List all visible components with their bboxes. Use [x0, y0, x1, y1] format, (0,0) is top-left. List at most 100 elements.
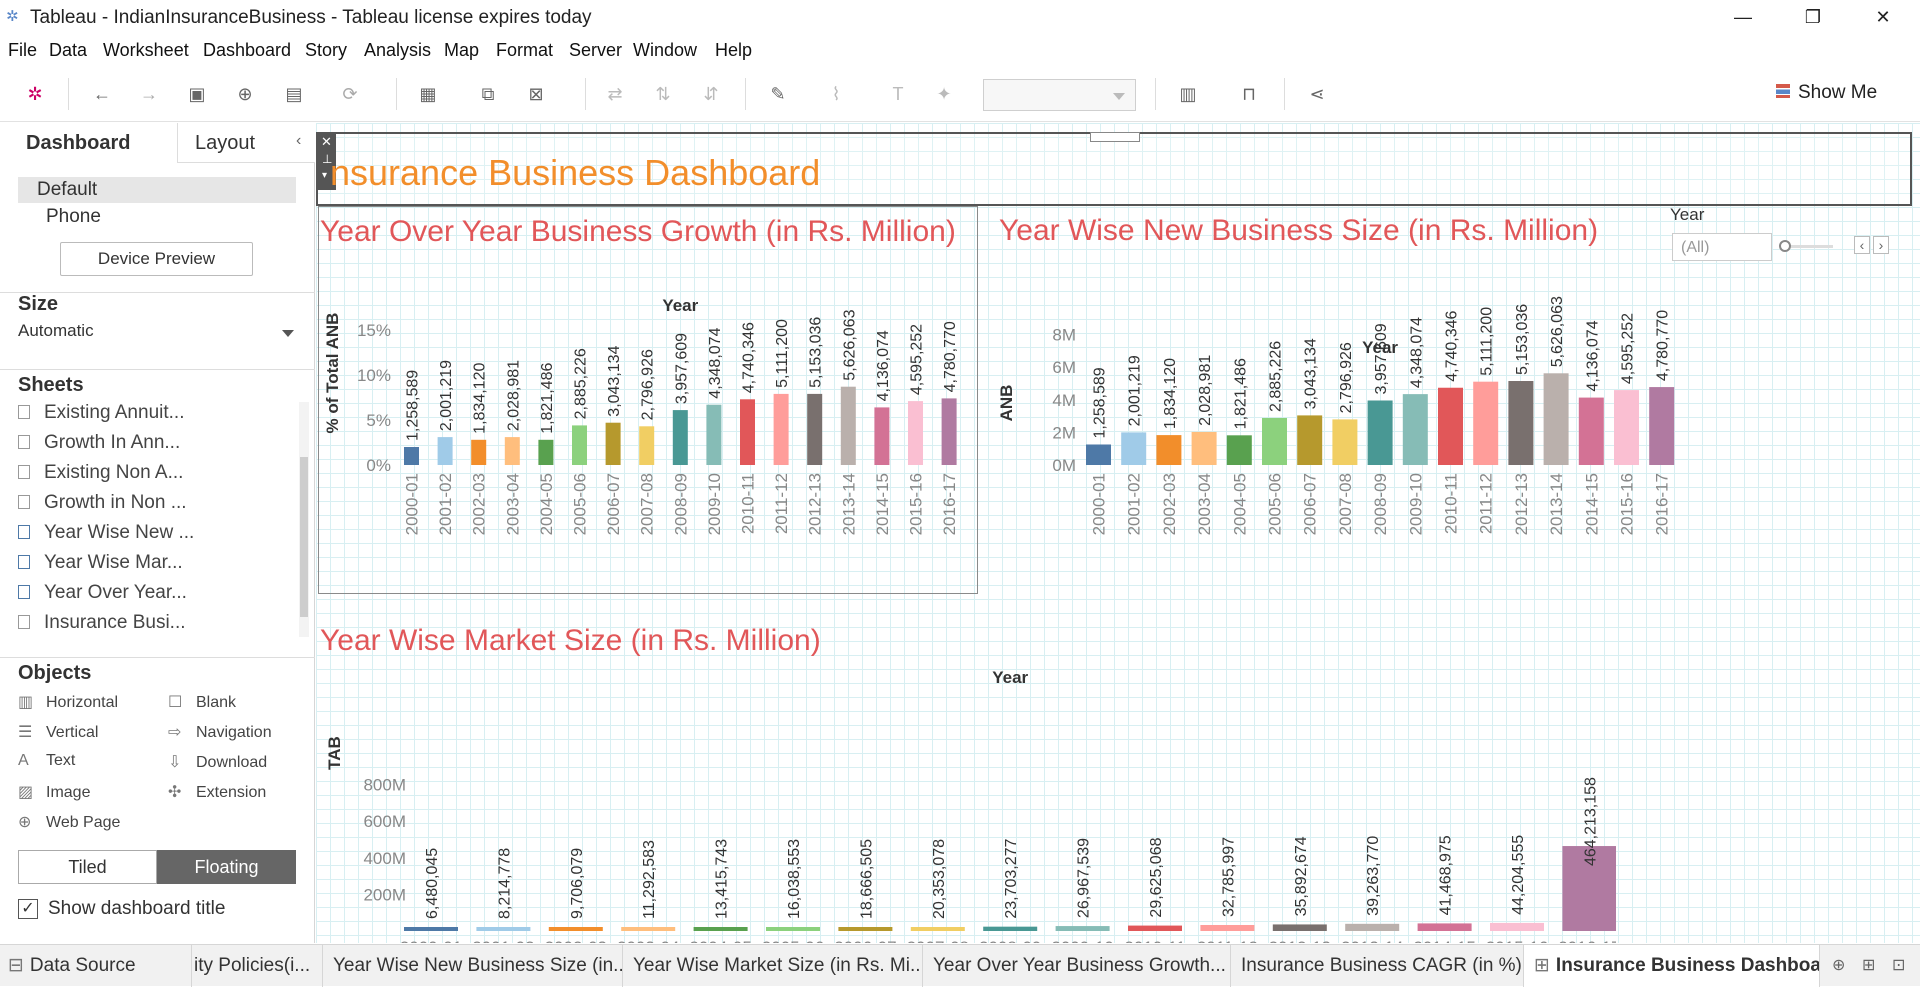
pause-updates-icon[interactable]: ▤ [280, 80, 308, 108]
new-worksheet-icon[interactable]: ▦ [414, 80, 442, 108]
device-default[interactable]: Default [37, 179, 97, 201]
category-label: 2016-17 [1653, 473, 1672, 535]
share-icon[interactable]: ⋖ [1303, 80, 1331, 108]
new-dashboard-icon[interactable]: ⊞ [1862, 955, 1875, 975]
menu-analysis[interactable]: Analysis [364, 40, 431, 61]
year-filter-input[interactable]: (All) [1672, 233, 1772, 261]
swap-icon[interactable]: ⇄ [601, 80, 629, 108]
sort-ascending-icon[interactable]: ⇅ [649, 80, 677, 108]
next-value-button[interactable]: › [1873, 236, 1889, 254]
floating-button[interactable]: Floating [157, 850, 296, 884]
tab-sheet[interactable]: Year Wise Market Size (in Rs. Mi... [623, 945, 923, 987]
close-icon[interactable]: ✕ [1860, 4, 1906, 30]
collapse-panel-icon[interactable]: ‹ [296, 132, 301, 150]
y-axis-title: % of Total ANB [323, 313, 342, 434]
undo-icon[interactable]: ← [88, 80, 116, 108]
bar [1578, 397, 1604, 465]
object-image[interactable]: ▨ Image [18, 782, 90, 802]
category-label: 2001-02 [1125, 473, 1144, 535]
menu-dashboard[interactable]: Dashboard [203, 40, 291, 61]
minimize-icon[interactable]: — [1720, 4, 1766, 30]
object-extension[interactable]: ✣ Extension [168, 782, 266, 802]
object-text[interactable]: A Text [18, 752, 75, 770]
tab-sheet[interactable]: ity Policies(i... [192, 945, 323, 987]
sheet-item[interactable]: Existing Non A... [18, 462, 288, 490]
category-label: 2002-03 [470, 473, 489, 535]
menu-story[interactable]: Story [305, 40, 347, 61]
data-label: 20,353,078 [931, 839, 948, 919]
bar [838, 927, 893, 931]
year-slider[interactable] [1779, 240, 1849, 252]
chevron-down-icon[interactable]: ▾ [322, 170, 327, 181]
toolbar-separator [68, 78, 69, 110]
save-icon[interactable]: ▣ [183, 80, 211, 108]
refresh-icon[interactable]: ⟳ [336, 80, 364, 108]
presentation-mode-icon[interactable]: ⊓ [1235, 80, 1263, 108]
new-data-source-icon[interactable]: ⊕ [231, 80, 259, 108]
object-navigation[interactable]: ⇨ Navigation [168, 722, 272, 742]
menu-map[interactable]: Map [444, 40, 479, 61]
tab-sheet[interactable]: Year Over Year Business Growth... [923, 945, 1231, 987]
menu-server[interactable]: Server [569, 40, 622, 61]
tiled-button[interactable]: Tiled [18, 850, 157, 884]
highlight-icon[interactable]: ✎ [764, 80, 792, 108]
object-horizontal[interactable]: ▥ Horizontal [18, 692, 118, 712]
scrollbar-thumb[interactable] [300, 457, 308, 617]
dashboard-title-container[interactable]: ✕ ⊥ ▾ nsurance Business Dashboard [316, 132, 1912, 206]
bar [910, 927, 965, 931]
tab-dashboard[interactable]: Dashboard [0, 123, 177, 163]
sort-descending-icon[interactable]: ⇵ [697, 80, 725, 108]
move-handle-icon[interactable] [1090, 132, 1140, 142]
new-story-icon[interactable]: ⊡ [1892, 955, 1905, 975]
tick-label: 2M [1052, 423, 1076, 442]
category-label: 2001-02 [436, 473, 455, 535]
sheet-item[interactable]: Insurance Busi... [18, 612, 288, 640]
object-vertical[interactable]: ☰ Vertical [18, 722, 98, 742]
sheet-item[interactable]: Year Wise Mar... [18, 552, 288, 580]
clear-sheet-icon[interactable]: ⊠ [522, 80, 550, 108]
group-icon[interactable]: ⌇ [822, 80, 850, 108]
menu-help[interactable]: Help [715, 40, 752, 61]
menu-format[interactable]: Format [496, 40, 553, 61]
tab-data-source[interactable]: ⊟ Data Source [0, 945, 192, 987]
show-me-button[interactable]: Show Me [1776, 82, 1877, 104]
show-cards-icon[interactable]: ▥ [1174, 80, 1202, 108]
device-preview-button[interactable]: Device Preview [60, 242, 253, 276]
sheet-item[interactable]: Existing Annuit... [18, 402, 288, 430]
sheets-scrollbar[interactable] [299, 402, 309, 637]
data-label: 2,885,226 [1268, 341, 1285, 412]
redo-icon[interactable]: → [135, 80, 163, 108]
fit-selector[interactable] [983, 79, 1136, 111]
object-download[interactable]: ⇩ Download [168, 752, 267, 772]
show-title-checkbox[interactable]: ✓ [18, 899, 38, 919]
size-dropdown[interactable]: Automatic [18, 321, 298, 347]
previous-value-button[interactable]: ‹ [1854, 236, 1870, 254]
menu-file[interactable]: File [8, 40, 37, 61]
tableau-home-icon[interactable]: ✲ [21, 80, 49, 108]
sheets-heading: Sheets [18, 374, 84, 396]
object-web-page[interactable]: ⊕ Web Page [18, 812, 120, 832]
tab-dashboard-active[interactable]: ⊞ Insurance Business Dashboa... [1524, 945, 1820, 987]
object-blank[interactable]: ☐ Blank [168, 692, 236, 712]
close-icon[interactable]: ✕ [321, 134, 332, 150]
pin-icon[interactable]: ✦ [930, 80, 958, 108]
menu-window[interactable]: Window [633, 40, 697, 61]
slider-handle[interactable] [1779, 240, 1791, 252]
device-phone[interactable]: Phone [46, 206, 101, 228]
menu-data[interactable]: Data [49, 40, 87, 61]
tab-sheet[interactable]: Year Wise New Business Size (in... [323, 945, 623, 987]
sheet-item[interactable]: Growth in Non ... [18, 492, 288, 520]
category-label: 2008-09 [1371, 473, 1390, 535]
sheet-item[interactable]: Year Wise New ... [18, 522, 288, 550]
tab-sheet[interactable]: Insurance Business CAGR (in %) [1231, 945, 1524, 987]
labels-icon[interactable]: T [884, 80, 912, 108]
new-worksheet-icon[interactable]: ⊕ [1832, 955, 1845, 975]
tab-layout[interactable]: Layout [177, 123, 315, 163]
duplicate-icon[interactable]: ⧉ [474, 80, 502, 108]
menu-worksheet[interactable]: Worksheet [103, 40, 189, 61]
navigation-icon: ⇨ [168, 724, 182, 741]
sheet-item[interactable]: Growth In Ann... [18, 432, 288, 460]
category-label: 2013-14 [839, 473, 858, 535]
restore-icon[interactable]: ❐ [1790, 4, 1836, 30]
sheet-item[interactable]: Year Over Year... [18, 582, 288, 610]
